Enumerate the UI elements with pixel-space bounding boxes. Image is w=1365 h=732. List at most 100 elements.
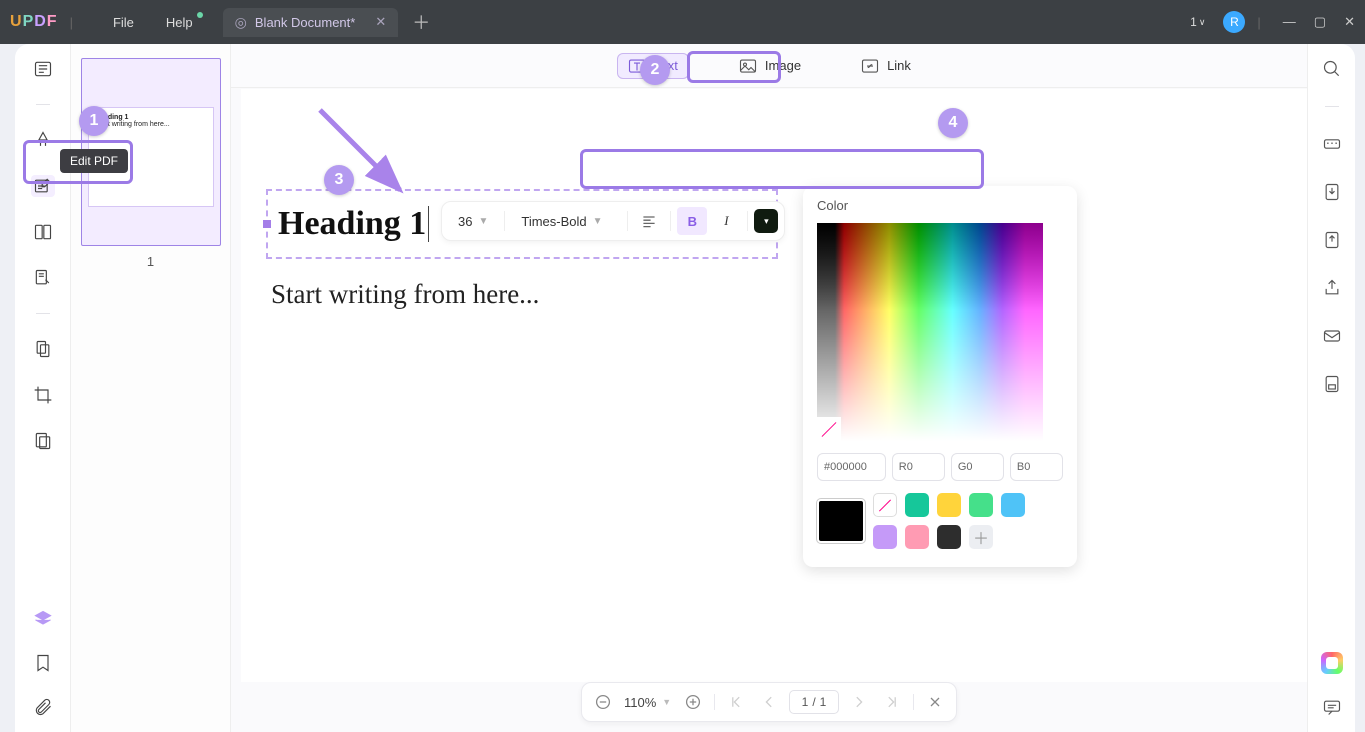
font-size-value: 36 bbox=[458, 214, 472, 229]
text-tool-button[interactable]: Text bbox=[617, 53, 689, 79]
tab-title: Blank Document* bbox=[255, 15, 355, 30]
swatch-color[interactable] bbox=[969, 493, 993, 517]
swatch-color[interactable] bbox=[937, 525, 961, 549]
zoom-out-button[interactable] bbox=[592, 691, 614, 713]
minimize-icon[interactable]: — bbox=[1283, 14, 1296, 30]
page-indicator[interactable]: 1 / 1 bbox=[789, 690, 839, 714]
titlebar: UPDF | File Help ◎ Blank Document* ✕ ＋ 1… bbox=[0, 0, 1365, 44]
attachment-icon[interactable] bbox=[31, 696, 55, 718]
zoom-in-button[interactable] bbox=[682, 691, 704, 713]
left-tool-rail bbox=[15, 44, 71, 732]
text-tool-icon bbox=[628, 58, 646, 74]
align-left-button[interactable] bbox=[634, 207, 664, 235]
next-page-button[interactable] bbox=[849, 691, 871, 713]
maximize-icon[interactable]: ▢ bbox=[1314, 14, 1326, 30]
notification-badge[interactable]: 1∨ bbox=[1184, 13, 1211, 31]
text-format-toolbar: 36 ▼ Times-Bold ▼ B I bbox=[441, 201, 785, 241]
comment-icon[interactable] bbox=[31, 129, 55, 151]
ocr-tool-icon[interactable] bbox=[31, 338, 55, 360]
italic-button[interactable]: I bbox=[711, 207, 741, 235]
workspace: Heading 1 Start writing from here... 1 T… bbox=[15, 44, 1355, 732]
email-icon[interactable] bbox=[1320, 325, 1344, 347]
last-page-button[interactable] bbox=[881, 691, 903, 713]
no-color-swatch[interactable] bbox=[817, 417, 841, 441]
color-gradient[interactable] bbox=[817, 223, 1045, 441]
reader-icon[interactable] bbox=[31, 58, 55, 80]
color-panel-title: Color bbox=[817, 198, 1063, 213]
layers-icon[interactable] bbox=[31, 608, 55, 630]
link-tool-icon bbox=[861, 58, 879, 74]
document-page[interactable]: Heading 1 Start writing from here... 36 … bbox=[241, 89, 1307, 682]
link-tool-label: Link bbox=[887, 58, 911, 73]
menu-bar: File Help bbox=[113, 15, 193, 30]
document-tab[interactable]: ◎ Blank Document* ✕ bbox=[223, 8, 399, 37]
menu-help[interactable]: Help bbox=[166, 15, 193, 30]
color-picker-panel: Color # 000000 R 0 G 0 B 0 bbox=[803, 186, 1077, 567]
menu-file[interactable]: File bbox=[113, 15, 134, 30]
image-tool-label: Image bbox=[765, 58, 801, 73]
swatch-none[interactable] bbox=[873, 493, 897, 517]
chevron-down-icon: ▼ bbox=[593, 216, 603, 227]
hex-input[interactable]: # 000000 bbox=[817, 453, 886, 481]
font-size-select[interactable]: 36 ▼ bbox=[448, 207, 498, 235]
export-icon[interactable] bbox=[1320, 181, 1344, 203]
first-page-button[interactable] bbox=[725, 691, 747, 713]
g-input[interactable]: G 0 bbox=[951, 453, 1004, 481]
prev-page-button[interactable] bbox=[757, 691, 779, 713]
right-tool-rail bbox=[1307, 44, 1355, 732]
thumb-heading: Heading 1 bbox=[95, 114, 207, 121]
convert-icon[interactable] bbox=[1320, 229, 1344, 251]
body-text[interactable]: Start writing from here... bbox=[271, 279, 539, 310]
font-family-select[interactable]: Times-Bold ▼ bbox=[511, 207, 621, 235]
bold-button[interactable]: B bbox=[677, 207, 707, 235]
image-tool-button[interactable]: Image bbox=[729, 54, 811, 78]
organize-icon[interactable] bbox=[31, 221, 55, 243]
swatch-color[interactable] bbox=[1001, 493, 1025, 517]
heading-text[interactable]: Heading 1 bbox=[278, 205, 426, 243]
share-icon[interactable] bbox=[1320, 277, 1344, 299]
canvas-area: Text Image Link Heading 1 Start writing … bbox=[231, 44, 1307, 732]
search-icon[interactable] bbox=[1320, 58, 1344, 80]
edit-pdf-icon[interactable] bbox=[31, 175, 55, 197]
edit-toolbar: Text Image Link bbox=[231, 44, 1307, 88]
close-icon[interactable]: ✕ bbox=[1344, 14, 1355, 30]
close-statusbar-button[interactable] bbox=[924, 691, 946, 713]
page-status-bar: 110%▼ 1 / 1 bbox=[581, 682, 957, 722]
window-controls: — ▢ ✕ bbox=[1283, 14, 1355, 30]
swatch-color[interactable] bbox=[937, 493, 961, 517]
user-avatar[interactable]: R bbox=[1223, 11, 1245, 33]
ai-assistant-icon[interactable] bbox=[1321, 652, 1343, 674]
zoom-level[interactable]: 110%▼ bbox=[624, 695, 672, 710]
app-logo: UPDF bbox=[10, 13, 58, 31]
text-tool-label: Text bbox=[654, 58, 678, 73]
redact-icon[interactable] bbox=[31, 430, 55, 452]
resize-handle-left[interactable] bbox=[263, 220, 271, 228]
new-tab-button[interactable]: ＋ bbox=[412, 9, 430, 35]
b-input[interactable]: B 0 bbox=[1010, 453, 1063, 481]
crop-icon[interactable] bbox=[31, 384, 55, 406]
thumbnail-panel: Heading 1 Start writing from here... 1 bbox=[71, 44, 231, 732]
thumb-body: Start writing from here... bbox=[95, 121, 207, 128]
form-icon[interactable] bbox=[31, 267, 55, 289]
r-input[interactable]: R 0 bbox=[892, 453, 945, 481]
text-cursor bbox=[428, 206, 429, 242]
current-color-swatch bbox=[817, 499, 865, 543]
swatch-color[interactable] bbox=[905, 493, 929, 517]
chevron-down-icon: ▼ bbox=[478, 216, 488, 227]
thumb-page-number: 1 bbox=[81, 254, 220, 269]
print-icon[interactable] bbox=[1320, 373, 1344, 395]
notif-count: 1 bbox=[1190, 15, 1197, 29]
font-family-value: Times-Bold bbox=[521, 214, 586, 229]
add-swatch-button[interactable]: ＋ bbox=[969, 525, 993, 549]
link-tool-button[interactable]: Link bbox=[851, 54, 921, 78]
ocr-icon[interactable] bbox=[1320, 133, 1344, 155]
swatch-color[interactable] bbox=[873, 525, 897, 549]
image-tool-icon bbox=[739, 58, 757, 74]
bookmark-icon[interactable] bbox=[31, 652, 55, 674]
tab-doc-icon: ◎ bbox=[235, 14, 247, 31]
swatch-color[interactable] bbox=[905, 525, 929, 549]
tab-close-icon[interactable]: ✕ bbox=[375, 14, 386, 30]
chat-icon[interactable] bbox=[1320, 696, 1344, 718]
edit-pdf-tooltip: Edit PDF bbox=[60, 149, 128, 173]
text-color-button[interactable] bbox=[754, 209, 778, 233]
